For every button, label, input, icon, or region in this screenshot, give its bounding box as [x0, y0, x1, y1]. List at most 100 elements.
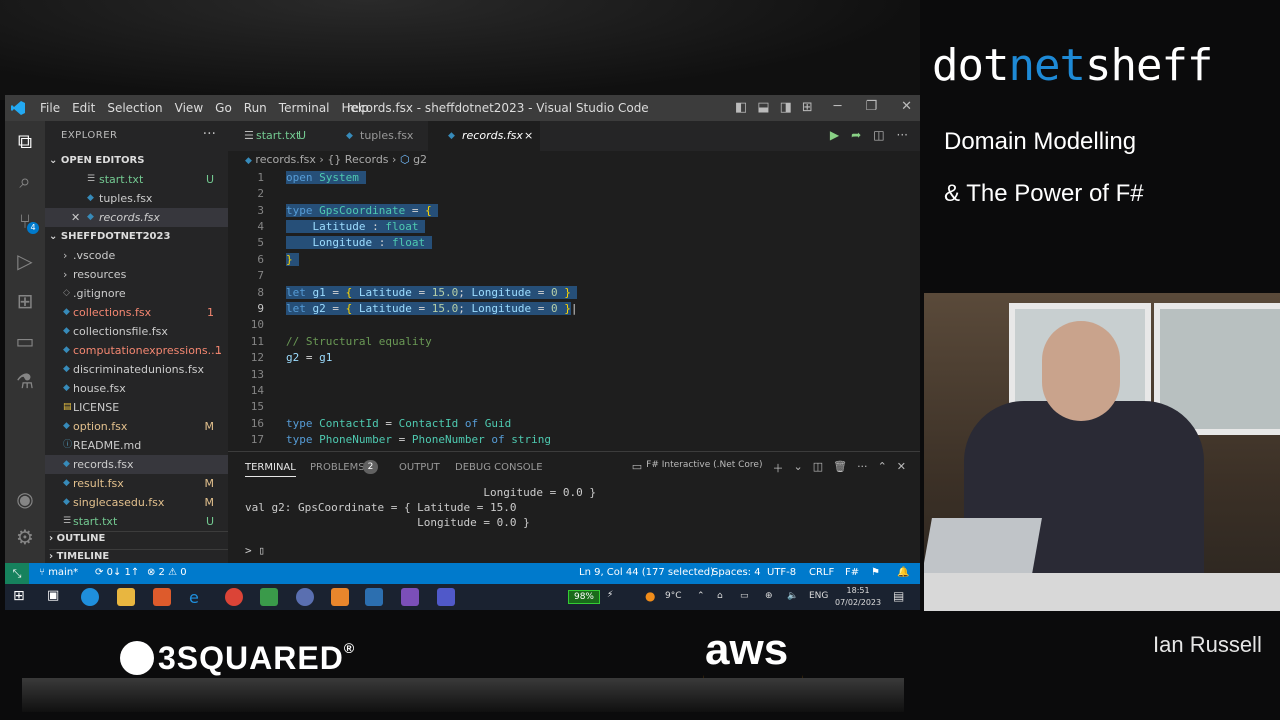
split-terminal-icon[interactable]: ◫: [813, 460, 823, 476]
terminal-selector[interactable]: F# Interactive (.Net Core): [646, 460, 762, 476]
encoding-status[interactable]: UTF-8: [767, 567, 796, 578]
close-editor-icon[interactable]: ✕: [71, 208, 80, 227]
tab-terminal[interactable]: TERMINAL: [245, 462, 296, 477]
network-globe-icon[interactable]: ⊕: [765, 591, 773, 601]
trash-icon[interactable]: 🗑: [833, 460, 847, 476]
outline-section[interactable]: › OUTLINE: [49, 531, 228, 544]
feedback-icon[interactable]: ⚑: [871, 567, 880, 578]
more-actions-icon[interactable]: ···: [203, 126, 216, 142]
file-item[interactable]: ◆ collections.fsx 1: [45, 303, 228, 322]
folder-item[interactable]: › resources: [45, 265, 228, 284]
restore-icon[interactable]: ❐: [865, 99, 877, 114]
close-tab-icon[interactable]: ×: [524, 121, 533, 151]
task-view-icon[interactable]: ▣: [47, 588, 65, 606]
tab-start-txt[interactable]: ☰ start.txt U: [228, 121, 328, 151]
menu-run[interactable]: Run: [244, 101, 267, 115]
cursor-position[interactable]: Ln 9, Col 44 (177 selected): [579, 567, 714, 578]
app-icon[interactable]: [260, 588, 278, 606]
open-editor-item-active[interactable]: ✕ ◆ records.fsx: [45, 208, 228, 227]
indentation-status[interactable]: Spaces: 4: [712, 567, 761, 578]
internet-explorer-icon[interactable]: e: [189, 588, 207, 607]
project-section[interactable]: ⌄ SHEFFDOTNET2023: [49, 231, 170, 242]
search-icon[interactable]: ⌕: [13, 169, 37, 193]
menu-file[interactable]: File: [40, 101, 60, 115]
tab-output[interactable]: OUTPUT: [399, 462, 440, 473]
more-actions-icon[interactable]: ···: [857, 460, 868, 476]
file-item[interactable]: ▤ LICENSE: [45, 398, 228, 417]
split-editor-icon[interactable]: ◫: [873, 128, 884, 142]
input-language[interactable]: ENG: [809, 591, 828, 601]
close-panel-icon[interactable]: ✕: [897, 460, 906, 476]
maximize-panel-icon[interactable]: ⌃: [878, 460, 887, 476]
account-icon[interactable]: ◉: [13, 487, 37, 511]
volume-icon[interactable]: 🔈: [787, 591, 798, 601]
file-item-active[interactable]: ◆ records.fsx: [45, 455, 228, 474]
breadcrumb-module[interactable]: {} Records: [327, 153, 388, 166]
breadcrumb-symbol[interactable]: g2: [413, 153, 427, 166]
file-item[interactable]: ◆ option.fsx M: [45, 417, 228, 436]
battery-indicator[interactable]: 98%: [568, 590, 600, 604]
folder-item[interactable]: › .vscode: [45, 246, 228, 265]
temperature[interactable]: 9°C: [665, 591, 682, 601]
remote-icon[interactable]: ⤡: [5, 563, 29, 584]
timeline-section[interactable]: › TIMELINE: [49, 549, 228, 562]
run-icon[interactable]: ▶: [830, 128, 839, 142]
toggle-panel-icon[interactable]: ⬓: [757, 100, 769, 115]
customize-layout-icon[interactable]: ⊞: [802, 100, 813, 115]
menu-view[interactable]: View: [175, 101, 203, 115]
file-item[interactable]: ◆ singlecasedu.fsx M: [45, 493, 228, 512]
system-clock[interactable]: 18:51 07/02/2023: [835, 585, 881, 609]
file-item[interactable]: ☰ start.txt U: [45, 512, 228, 531]
edge-icon[interactable]: [81, 588, 99, 606]
settings-gear-icon[interactable]: ⚙: [13, 525, 37, 549]
chrome-icon[interactable]: [225, 588, 243, 606]
run-debug-icon[interactable]: ▷: [13, 249, 37, 273]
menu-edit[interactable]: Edit: [72, 101, 95, 115]
terminal-prompt[interactable]: > ▯: [245, 544, 265, 557]
visual-studio-icon[interactable]: [401, 588, 419, 606]
sublime-icon[interactable]: [331, 588, 349, 606]
notifications-icon[interactable]: ▤: [893, 589, 904, 603]
testing-icon[interactable]: ⚗: [13, 369, 37, 393]
file-item[interactable]: ◆ collectionsfile.fsx: [45, 322, 228, 341]
file-item[interactable]: ◆ computationexpressions.... 1: [45, 341, 228, 360]
tray-icon[interactable]: ▭: [740, 591, 749, 601]
file-item[interactable]: ◆ discriminatedunions.fsx: [45, 360, 228, 379]
sync-status[interactable]: ⟳ 0↓ 1↑: [95, 567, 139, 578]
chevron-up-icon[interactable]: ⌃: [697, 591, 705, 601]
toggle-sidebar-icon[interactable]: ◧: [735, 100, 747, 115]
tab-tuples-fsx[interactable]: ◆ tuples.fsx: [328, 121, 428, 151]
send-to-fsi-icon[interactable]: ➦: [851, 128, 861, 142]
file-item[interactable]: ◇ .gitignore: [45, 284, 228, 303]
more-actions-icon[interactable]: ···: [897, 128, 908, 142]
remote-explorer-icon[interactable]: ▭: [13, 329, 37, 353]
close-icon[interactable]: ✕: [901, 99, 912, 114]
teams-icon[interactable]: [437, 588, 455, 606]
file-item[interactable]: ⓘ README.md: [45, 436, 228, 455]
menu-go[interactable]: Go: [215, 101, 232, 115]
open-editor-item[interactable]: ◆ tuples.fsx: [45, 189, 228, 208]
file-item[interactable]: ◆ house.fsx: [45, 379, 228, 398]
vscode-taskbar-icon[interactable]: [365, 588, 383, 606]
open-editors-section[interactable]: ⌄ OPEN EDITORS: [49, 155, 144, 166]
windows-start-icon[interactable]: ⊞: [13, 588, 31, 606]
minimize-icon[interactable]: ─: [834, 99, 842, 114]
code-editor[interactable]: 1 2 3 4 5 6 7 8 9 10 11 12 13 14 15 16 1…: [228, 169, 920, 451]
tab-records-fsx[interactable]: ◆ records.fsx ×: [428, 121, 540, 151]
eol-status[interactable]: CRLF: [809, 567, 834, 578]
branch-status[interactable]: ⑂ main*: [39, 567, 78, 578]
menu-terminal[interactable]: Terminal: [279, 101, 330, 115]
language-mode[interactable]: F#: [845, 567, 859, 578]
breadcrumb-file[interactable]: records.fsx: [255, 153, 315, 166]
toggle-secondary-sidebar-icon[interactable]: ◨: [780, 100, 792, 115]
app-icon[interactable]: [296, 588, 314, 606]
problems-status[interactable]: ⊗ 2 ⚠ 0: [147, 567, 187, 578]
new-terminal-icon[interactable]: ＋: [772, 460, 783, 476]
tray-icon[interactable]: ⌂: [717, 591, 723, 601]
chevron-down-icon[interactable]: ⌄: [793, 460, 802, 476]
notifications-bell-icon[interactable]: 🔔: [897, 567, 909, 578]
tab-debug-console[interactable]: DEBUG CONSOLE: [455, 462, 543, 473]
open-editor-item[interactable]: ☰ start.txt U: [45, 170, 228, 189]
file-explorer-icon[interactable]: [117, 588, 135, 606]
tab-problems[interactable]: PROBLEMS: [310, 462, 365, 473]
